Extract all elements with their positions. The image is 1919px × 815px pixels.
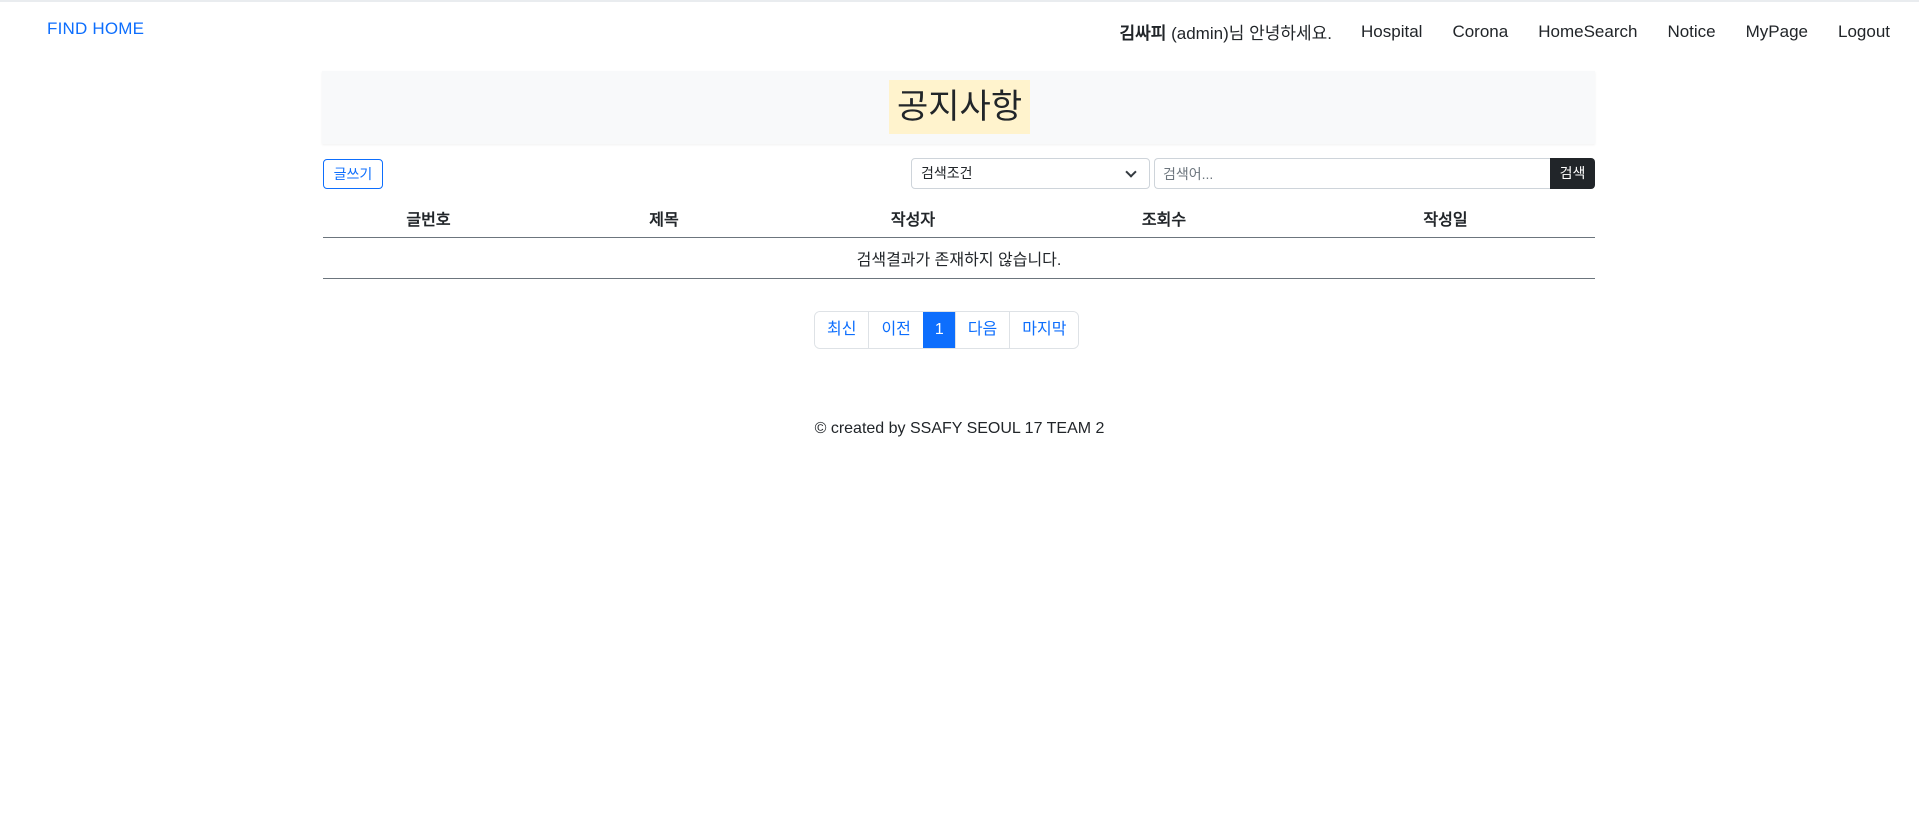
search-input[interactable] bbox=[1154, 158, 1551, 189]
nav-link-mypage[interactable]: MyPage bbox=[1746, 22, 1808, 42]
chevron-down-icon bbox=[1125, 166, 1137, 178]
nav-link-logout[interactable]: Logout bbox=[1838, 22, 1890, 42]
column-header-views: 조회수 bbox=[1032, 200, 1296, 238]
greeting-text: (admin)님 안녕하세요. bbox=[1171, 24, 1333, 43]
table-row: 검색결과가 존재하지 않습니다. bbox=[323, 237, 1595, 279]
notice-table: 글번호 제목 작성자 조회수 작성일 검색결과가 존재하지 않습니다. bbox=[323, 200, 1595, 279]
page-next-button[interactable]: 다음 bbox=[954, 312, 1010, 348]
page-current-button[interactable]: 1 bbox=[922, 312, 955, 348]
page-title: 공지사항 bbox=[889, 80, 1031, 134]
pagination: 최신 이전 1 다음 마지막 bbox=[814, 311, 1080, 349]
column-header-date: 작성일 bbox=[1296, 200, 1595, 238]
footer-text: © created by SSAFY SEOUL 17 TEAM 2 bbox=[814, 420, 1105, 437]
table-header-row: 글번호 제목 작성자 조회수 작성일 bbox=[323, 200, 1595, 238]
user-name: 김싸피 bbox=[1119, 24, 1167, 43]
page-first-button[interactable]: 최신 bbox=[815, 312, 869, 348]
brand-link[interactable]: FIND HOME bbox=[47, 19, 144, 39]
column-header-author: 작성자 bbox=[794, 200, 1032, 238]
search-button[interactable]: 검색 bbox=[1550, 158, 1595, 189]
greeting: 김싸피 (admin)님 안녕하세요. bbox=[1119, 19, 1332, 44]
nav-link-homesearch[interactable]: HomeSearch bbox=[1538, 22, 1637, 42]
column-header-subject: 제목 bbox=[534, 200, 794, 238]
nav-right: 김싸피 (admin)님 안녕하세요. Hospital Corona Home… bbox=[1119, 19, 1890, 44]
empty-message: 검색결과가 존재하지 않습니다. bbox=[323, 237, 1595, 279]
column-header-number: 글번호 bbox=[323, 200, 534, 238]
search-condition-value: 검색조건 bbox=[921, 165, 973, 181]
page-prev-button[interactable]: 이전 bbox=[868, 312, 923, 348]
write-button[interactable]: 글쓰기 bbox=[323, 159, 383, 189]
page-header: 공지사항 bbox=[322, 71, 1595, 144]
nav-link-notice[interactable]: Notice bbox=[1667, 22, 1715, 42]
nav-link-corona[interactable]: Corona bbox=[1452, 22, 1508, 42]
nav-link-hospital[interactable]: Hospital bbox=[1361, 22, 1422, 42]
page-last-button[interactable]: 마지막 bbox=[1009, 312, 1079, 348]
navbar: FIND HOME 김싸피 (admin)님 안녕하세요. Hospital C… bbox=[0, 2, 1919, 56]
search-condition-select[interactable]: 검색조건 bbox=[911, 158, 1150, 189]
